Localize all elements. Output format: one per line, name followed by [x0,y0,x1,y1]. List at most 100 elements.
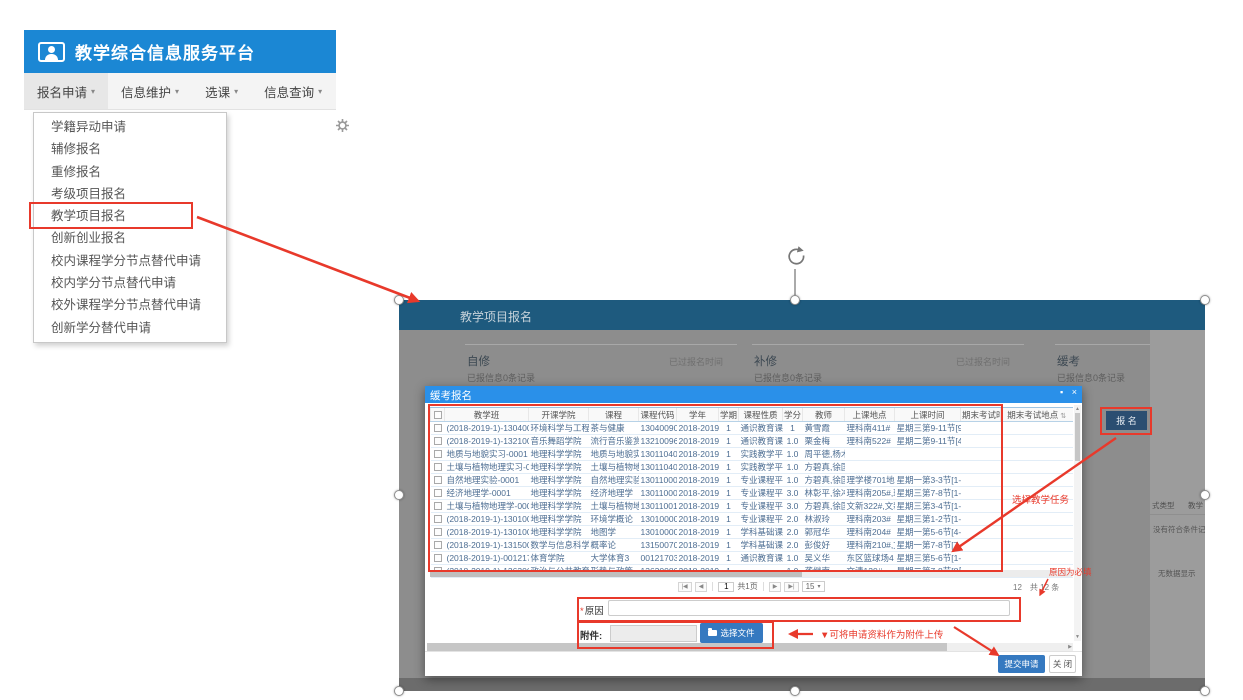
cell: 00121703 [639,552,677,565]
row-checkbox[interactable] [434,450,442,458]
row-checkbox[interactable] [434,502,442,510]
page-number-input[interactable] [718,582,734,592]
first-page-button[interactable]: |◀ [678,582,692,592]
last-page-button[interactable]: ▶| [784,582,798,592]
scrollbar-thumb[interactable] [1075,413,1080,461]
divider [1150,514,1205,515]
scrollbar-thumb[interactable] [427,643,947,651]
rotation-handle-icon[interactable] [783,244,808,269]
scroll-right-icon[interactable]: ▶ [1068,644,1072,650]
divider [763,582,764,591]
dropdown-item-5[interactable]: 教学项目报名 [34,205,226,227]
column-header: 上课时间 [895,408,961,422]
dropdown-item-1[interactable]: 学籍异动申请 [34,116,226,138]
required-asterisk: * [580,606,584,617]
row-checkbox[interactable] [434,463,442,471]
dropdown-item-3[interactable]: 重修报名 [34,161,226,183]
selection-handle-top-right[interactable] [1200,295,1210,305]
row-checkbox[interactable] [434,554,442,562]
upload-note: ▼可将申请资料作为附件上传 [820,627,943,641]
cell: 郭冠华 [803,526,845,539]
reason-input[interactable] [608,600,1010,616]
scroll-up-icon[interactable]: ▲ [1075,405,1080,413]
table-row[interactable]: 地质与地貌实习-0001地理科学学院地质与地貌实习1301104022018-2… [431,448,1073,461]
minimize-icon[interactable]: ▪ [1060,387,1063,397]
table-row[interactable]: 土壤与植物地理学-0001地理科学学院土壤与植物地理学1301100102018… [431,500,1073,513]
close-icon[interactable]: × [1072,387,1077,397]
apply-button[interactable]: 报 名 [1106,411,1147,430]
selection-handle-top-center[interactable] [790,295,800,305]
row-checkbox[interactable] [434,476,442,484]
cell: 130100002 [639,526,677,539]
submit-button[interactable]: 提交申请 [998,655,1045,673]
cell: 星期一第3-3节[1-5周],星… [895,474,961,487]
table-row[interactable]: 经济地理学-0001地理科学学院经济地理学1301100032018-20191… [431,487,1073,500]
menu-item-2[interactable]: 信息维护▾ [108,73,192,109]
menu-item-5[interactable]: 教 [335,73,336,109]
cell [845,461,895,474]
caret-down-icon: ▾ [817,583,820,590]
table-hscrollbar[interactable] [430,570,1072,577]
dropdown-item-6[interactable]: 创新创业报名 [34,227,226,249]
dropdown-item-8[interactable]: 校内学分节点替代申请 [34,272,226,294]
prev-page-button[interactable]: ◀ [695,582,708,592]
cell: 自然地理实验 [589,474,639,487]
divider [712,582,713,591]
dropdown-item-4[interactable]: 考级项目报名 [34,183,226,205]
row-checkbox[interactable] [434,489,442,497]
dropdown-item-7[interactable]: 校内课程学分节点替代申请 [34,250,226,272]
selection-handle-top-left[interactable] [394,295,404,305]
table-row[interactable]: 自然地理实验-0001地理科学学院自然地理实验1301100042018-201… [431,474,1073,487]
menu-item-3[interactable]: 选课▾ [192,73,251,109]
select-all-checkbox[interactable] [434,411,442,419]
cell: 地理科学学院 [529,487,589,500]
no-records-text: 没有符合条件记录! [1153,524,1205,535]
page-size-select[interactable]: 15 ▾ [802,581,825,592]
menu-item-1[interactable]: 报名申请▾ [24,73,108,109]
modal-vscrollbar[interactable]: ▲ ▼ [1074,405,1081,641]
app-header: 教学综合信息服务平台 [24,30,336,73]
cell [845,448,895,461]
selection-handle-bottom-center[interactable] [790,686,800,696]
selection-handle-bottom-right[interactable] [1200,686,1210,696]
next-page-button[interactable]: ▶ [769,582,782,592]
table-row[interactable]: (2018-2019-1)-130100002-地理科学学院地图学1301000… [431,526,1073,539]
row-checkbox[interactable] [434,528,442,536]
choose-file-button[interactable]: 选择文件 [700,623,763,643]
scroll-down-icon[interactable]: ▼ [1075,633,1080,641]
row-checkbox[interactable] [434,424,442,432]
cell: 地理科学学院 [529,513,589,526]
table-row[interactable]: (2018-2019-1)-00121703-1体育学院大学体育30012170… [431,552,1073,565]
menu-item-4[interactable]: 信息查询▾ [251,73,335,109]
menu-item-label: 报名申请 [37,82,87,101]
modal-header[interactable]: 缓考报名 ▪ × [425,386,1082,403]
cell: 环境科学与工程学院 [529,422,589,435]
cell [961,500,1001,513]
table-row[interactable]: 土壤与植物地理实习-0001地理科学学院土壤与植物地理实习13011040320… [431,461,1073,474]
column-header: 教学班 [445,408,529,422]
dropdown-item-9[interactable]: 校外课程学分节点替代申请 [34,294,226,316]
table-row[interactable]: (2018-2019-1)-131500709-数学与信息科学学院概率论1315… [431,539,1073,552]
selection-handle-bottom-left[interactable] [394,686,404,696]
cell: 星期三第1-2节[1-8周,10-… [895,513,961,526]
modal-hscrollbar[interactable]: ▶ [427,643,1073,651]
dropdown-item-2[interactable]: 辅修报名 [34,138,226,160]
scrollbar-thumb[interactable] [430,570,802,577]
row-checkbox[interactable] [434,541,442,549]
page-title: 教学项目报名 [460,308,532,325]
page-info: 共1页 [737,581,757,592]
close-button[interactable]: 关 闭 [1049,655,1076,673]
gear-icon[interactable] [335,118,350,138]
menu-bar: 报名申请▾信息维护▾选课▾信息查询▾教 [24,73,336,110]
file-input[interactable] [610,625,697,642]
cell: 地理科学学院 [529,448,589,461]
row-checkbox[interactable] [434,515,442,523]
table-row[interactable]: (2018-2019-1)-130400909-环境科学与工程学院茶与健康130… [431,422,1073,435]
selection-handle-middle-left[interactable] [394,490,404,500]
table-row[interactable]: (2018-2019-1)-132100969-音乐舞蹈学院流行音乐鉴赏1321… [431,435,1073,448]
table-row[interactable]: (2018-2019-1)-130100006-地理科学学院环境学概论13010… [431,513,1073,526]
selection-handle-middle-right[interactable] [1200,490,1210,500]
sort-icon[interactable]: ⇅ [1060,413,1066,420]
dropdown-item-10[interactable]: 创新学分替代申请 [34,317,226,339]
row-checkbox[interactable] [434,437,442,445]
